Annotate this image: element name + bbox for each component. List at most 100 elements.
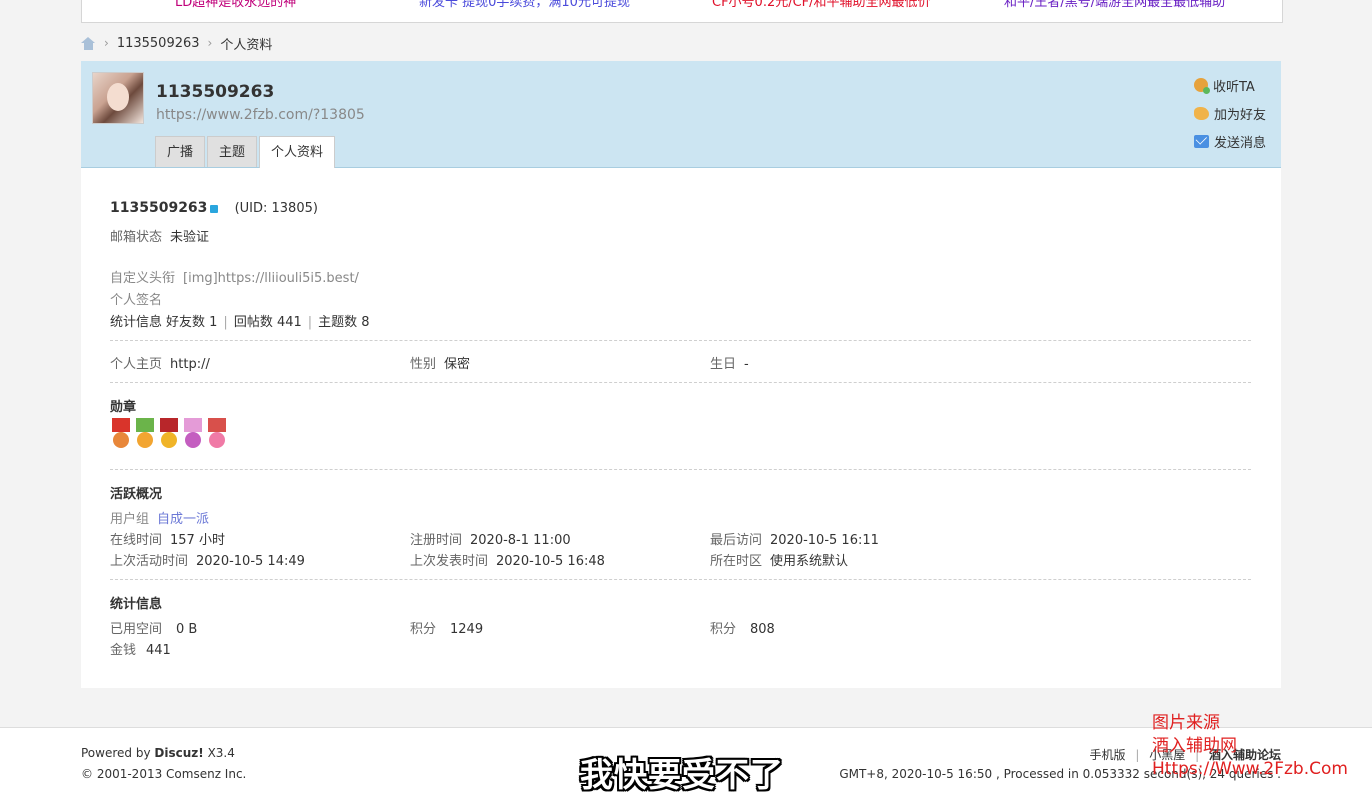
friends-count-link[interactable]: 好友数 1 <box>166 315 217 330</box>
points-field: 积分 1249 <box>410 618 483 637</box>
homepage-link[interactable]: http:// <box>170 357 210 372</box>
add-friend-icon <box>1193 106 1209 120</box>
custom-title-row: 自定义头衔 [img]https://lliiouli5i5.best/ <box>110 267 359 286</box>
gender-value: 保密 <box>444 357 471 372</box>
gender-field: 性别 保密 <box>410 353 470 372</box>
follow-button[interactable]: 收听TA <box>1193 76 1266 95</box>
space-value: 0 B <box>176 622 198 637</box>
birthday-value: - <box>744 357 749 372</box>
money-field: 金钱 441 <box>110 639 171 658</box>
topics-count-link[interactable]: 主题数 8 <box>318 315 369 330</box>
profile-tabs: 广播 主题 个人资料 <box>155 136 336 168</box>
top-ad-link-3[interactable]: CF小号0.2元/CF/和平辅助全网最低价 <box>712 0 931 10</box>
space-label: 已用空间 <box>110 622 163 637</box>
follow-label: 收听TA <box>1212 79 1255 95</box>
profile-name-row: 1135509263 (UID: 13805) <box>110 200 318 216</box>
points-value-2: 808 <box>750 622 775 637</box>
powered-by: Powered by Discuz! X3.4 <box>81 746 235 760</box>
register-time-field: 注册时间 2020-8-1 11:00 <box>410 529 571 548</box>
breadcrumb-separator: › <box>104 36 109 50</box>
points-label-2: 积分 <box>710 622 737 637</box>
top-ad-link-1[interactable]: LD超神是收永远的神 <box>175 0 296 10</box>
copyright: © 2001-2013 Comsenz Inc. <box>81 767 247 781</box>
statistics-title: 统计信息 <box>110 597 163 612</box>
points-label: 积分 <box>410 622 437 637</box>
send-message-label: 发送消息 <box>1213 135 1266 151</box>
online-time-value: 157 小时 <box>170 533 225 548</box>
email-status-value: 未验证 <box>170 230 210 245</box>
gender-label: 性别 <box>410 357 437 372</box>
tab-broadcast[interactable]: 广播 <box>155 136 206 167</box>
birthday-label: 生日 <box>710 357 737 372</box>
birthday-field: 生日 - <box>710 353 749 372</box>
medals-title: 勋章 <box>110 400 137 415</box>
medal-flower-icon[interactable] <box>206 418 228 452</box>
send-message-button[interactable]: 发送消息 <box>1193 132 1266 151</box>
stats-label: 统计信息 <box>110 315 163 330</box>
medal-red-icon[interactable] <box>110 418 132 452</box>
replies-count-link[interactable]: 回帖数 441 <box>234 315 302 330</box>
timezone-value: 使用系统默认 <box>770 554 849 569</box>
profile-content: 1135509263 (UID: 13805) 邮箱状态 未验证 自定义头衔 [im… <box>81 168 1281 688</box>
activity-title: 活跃概况 <box>110 487 163 502</box>
breadcrumb: › 1135509263 › 个人资料 <box>81 33 272 53</box>
divider <box>110 469 1251 470</box>
timezone-field: 所在时区 使用系统默认 <box>710 550 848 569</box>
watermark: 图片来源 酒入辅助网 Https://Www.2Fzb.Com <box>1152 712 1348 781</box>
watermark-line2: 酒入辅助网 <box>1152 736 1237 756</box>
money-value: 441 <box>146 643 171 658</box>
register-time-label: 注册时间 <box>410 533 463 548</box>
custom-title-value: [img]https://lliiouli5i5.best/ <box>183 271 359 286</box>
email-status-label: 邮箱状态 <box>110 230 163 245</box>
custom-title-label: 自定义头衔 <box>110 271 176 286</box>
medal-list <box>110 418 228 452</box>
medal-sun-icon[interactable] <box>134 418 156 452</box>
profile-url[interactable]: https://www.2fzb.com/?13805 <box>156 107 365 123</box>
usergroup-link[interactable]: 自成一派 <box>157 512 209 527</box>
last-post-label: 上次发表时间 <box>410 554 489 569</box>
timezone-label: 所在时区 <box>710 554 763 569</box>
last-active-value: 2020-10-5 14:49 <box>196 554 305 569</box>
space-field: 已用空间 0 B <box>110 618 197 637</box>
homepage-label: 个人主页 <box>110 357 163 372</box>
top-ad-link-2[interactable]: 新发卡 提现0手续费，满10元可提现 <box>419 0 630 10</box>
last-visit-value: 2020-10-5 16:11 <box>770 533 879 548</box>
homepage-field: 个人主页 http:// <box>110 353 210 372</box>
signature-label: 个人签名 <box>110 293 163 308</box>
online-time-field: 在线时间 157 小时 <box>110 529 225 548</box>
email-status-row: 邮箱状态 未验证 <box>110 226 209 245</box>
top-ad-link-4[interactable]: 和平/王者/黑号/端游全网最全最低辅助 <box>1004 0 1225 10</box>
discuz-link[interactable]: Discuz! <box>154 746 203 760</box>
message-icon <box>1193 134 1209 148</box>
tab-topics[interactable]: 主题 <box>207 136 258 167</box>
last-visit-label: 最后访问 <box>710 533 763 548</box>
points-field-2: 积分 808 <box>710 618 775 637</box>
medal-anchor-icon[interactable] <box>182 418 204 452</box>
online-time-label: 在线时间 <box>110 533 163 548</box>
profile-header: 1135509263 https://www.2fzb.com/?13805 广… <box>81 61 1281 168</box>
last-post-value: 2020-10-5 16:48 <box>496 554 605 569</box>
follow-icon <box>1193 78 1210 94</box>
points-value: 1249 <box>450 622 484 637</box>
home-icon[interactable] <box>81 36 96 50</box>
usergroup-field: 用户组 自成一派 <box>110 508 209 527</box>
breadcrumb-user-link[interactable]: 1135509263 <box>117 36 200 51</box>
add-friend-button[interactable]: 加为好友 <box>1193 104 1266 123</box>
last-active-label: 上次活动时间 <box>110 554 189 569</box>
last-post-field: 上次发表时间 2020-10-5 16:48 <box>410 550 605 569</box>
breadcrumb-current: 个人资料 <box>220 37 273 53</box>
divider <box>110 340 1251 341</box>
tab-profile[interactable]: 个人资料 <box>259 136 336 168</box>
online-status-icon <box>210 204 219 213</box>
medal-star-icon[interactable] <box>158 418 180 452</box>
breadcrumb-separator: › <box>207 36 213 50</box>
watermark-line1: 图片来源 <box>1152 713 1220 733</box>
divider <box>110 579 1251 580</box>
mobile-link[interactable]: 手机版 <box>1090 748 1126 762</box>
last-visit-field: 最后访问 2020-10-5 16:11 <box>710 529 879 548</box>
top-ad-strip: LD超神是收永远的神 新发卡 提现0手续费，满10元可提现 CF小号0.2元/C… <box>81 0 1283 23</box>
watermark-line3: Https://Www.2Fzb.Com <box>1152 759 1348 779</box>
avatar[interactable] <box>92 72 144 124</box>
video-subtitle: 我快要受不了 <box>580 755 784 794</box>
detail-username: 1135509263 <box>110 200 208 216</box>
